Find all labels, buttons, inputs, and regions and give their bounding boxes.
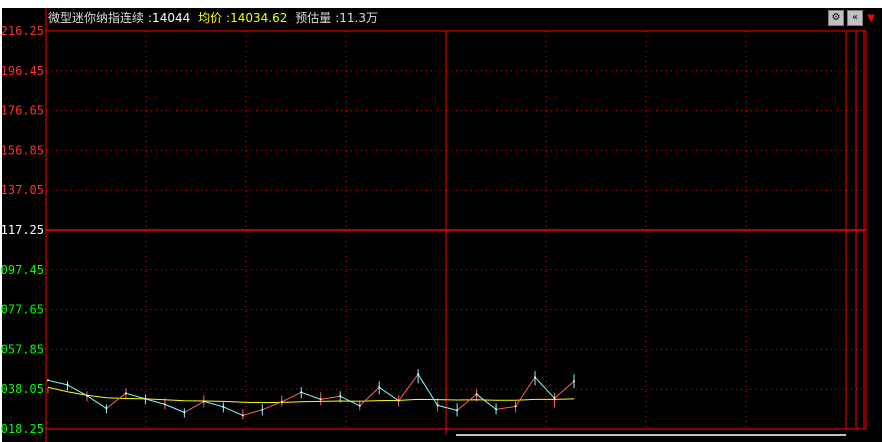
- price-axis: 1216.25 1196.45 1176.65 1156.85 1137.05 1117.…: [0, 24, 44, 436]
- price-line-segment-21: [437, 404, 458, 411]
- price-point-7: [183, 411, 186, 414]
- intraday-chart: 1216.25 1196.45 1176.65 1156.85 1137.05 1117.…: [0, 8, 867, 442]
- price-line-segment-14: [301, 391, 321, 400]
- price-point-14: [319, 398, 322, 401]
- price-line-segment-1: [47, 379, 68, 386]
- price-line-segment-26: [534, 376, 555, 399]
- y-tick-label: 1077.65: [0, 303, 44, 317]
- price-line-segment-4: [106, 392, 127, 409]
- y-tick-label: 1057.85: [0, 342, 44, 356]
- series: [47, 369, 575, 420]
- price-line-segment-23: [476, 393, 497, 410]
- price-point-13: [300, 391, 303, 394]
- price-point-4: [124, 392, 127, 395]
- price-line-segment-9: [203, 400, 224, 408]
- price-line-segment-18: [378, 386, 399, 402]
- price-point-0: [47, 379, 49, 382]
- price-line-segment-24: [496, 405, 516, 410]
- price-line-segment-10: [223, 406, 244, 416]
- price-point-18: [397, 399, 400, 402]
- price-line-segment-17: [359, 386, 380, 407]
- price-point-17: [378, 386, 381, 389]
- price-point-20: [436, 404, 439, 407]
- price-point-8: [202, 400, 205, 403]
- price-point-6: [163, 403, 166, 406]
- price-point-3: [105, 407, 108, 410]
- price-line-segment-8: [184, 400, 205, 413]
- price-point-2: [86, 394, 88, 397]
- y-tick-label: 1156.85: [0, 143, 44, 157]
- y-tick-label: 1117.25: [0, 223, 44, 237]
- price-point-16: [358, 404, 361, 407]
- price-point-21: [456, 409, 459, 412]
- price-line-segment-2: [67, 384, 88, 397]
- price-line-segment-25: [515, 376, 536, 407]
- price-line-segment-22: [456, 393, 477, 411]
- price-point-23: [495, 408, 498, 411]
- price-line-segment-11: [242, 409, 263, 416]
- grid: [45, 8, 867, 442]
- price-point-5: [144, 397, 147, 400]
- price-line-segment-20: [417, 373, 439, 406]
- price-line-segment-27: [554, 380, 575, 399]
- price-point-15: [339, 395, 342, 398]
- price-line-segment-19: [398, 373, 419, 402]
- y-tick-label: 1038.05: [0, 382, 44, 396]
- price-point-12: [280, 400, 283, 403]
- price-line-segment-13: [281, 391, 302, 403]
- y-tick-label: 1196.45: [0, 64, 44, 78]
- price-line-segment-7: [164, 403, 185, 413]
- price-point-26: [553, 397, 556, 400]
- price-point-24: [514, 405, 517, 408]
- price-point-1: [66, 383, 69, 386]
- price-point-27: [573, 380, 575, 383]
- price-point-22: [475, 393, 478, 396]
- y-tick-label: 1176.65: [0, 104, 44, 118]
- price-point-9: [222, 405, 225, 408]
- y-tick-label: 1216.25: [0, 24, 44, 38]
- price-point-25: [534, 376, 536, 379]
- y-tick-label: 1097.45: [0, 263, 44, 277]
- price-point-19: [417, 373, 420, 376]
- price-line-segment-15: [320, 395, 341, 400]
- price-point-11: [261, 408, 264, 411]
- y-tick-label: 1018.25: [0, 422, 44, 436]
- y-tick-label: 1137.05: [0, 183, 44, 197]
- price-point-10: [241, 414, 244, 417]
